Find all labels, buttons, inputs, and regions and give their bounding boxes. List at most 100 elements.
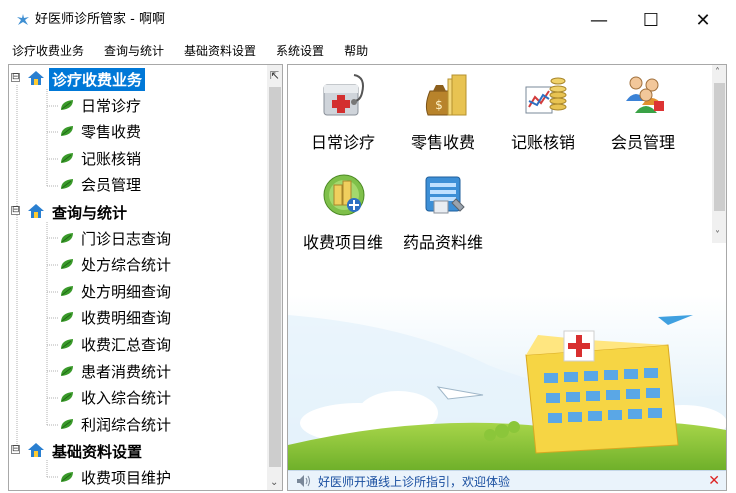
window-title: 好医师诊所管家 - 啊啊 bbox=[35, 12, 165, 27]
leaf-icon bbox=[61, 286, 73, 296]
home-icon bbox=[28, 204, 44, 218]
tree-item[interactable]: 处方明细查询 bbox=[9, 278, 267, 304]
menu-item-billing[interactable]: 诊疗收费业务 bbox=[10, 42, 86, 60]
close-button[interactable]: ✕ bbox=[680, 4, 726, 36]
tree-item-label: 收费明细查询 bbox=[81, 309, 172, 327]
tree-category[interactable]: ⊟ 诊疗收费业务 bbox=[9, 65, 267, 91]
tree-expander-icon[interactable]: ⊟ bbox=[11, 73, 20, 82]
tree-item-label: 收费汇总查询 bbox=[81, 336, 172, 354]
minimize-button[interactable]: — bbox=[576, 4, 622, 36]
scroll-down-icon[interactable]: ⌄ bbox=[270, 477, 278, 488]
members-icon bbox=[626, 76, 664, 113]
tree-item[interactable]: 日常诊疗 bbox=[9, 92, 267, 118]
maximize-icon: ☐ bbox=[642, 9, 660, 31]
medical-kit-icon bbox=[323, 74, 364, 116]
tree-expander-icon[interactable]: ⊟ bbox=[11, 445, 20, 454]
money-bag-icon: $ bbox=[425, 74, 467, 116]
leaf-icon bbox=[61, 100, 73, 110]
tree-item[interactable]: 利润综合统计 bbox=[9, 411, 267, 437]
tree-category[interactable]: ⊟ 查询与统计 bbox=[9, 198, 267, 224]
leaf-icon bbox=[61, 233, 73, 243]
tile-daily-clinic[interactable]: 日常诊疗 bbox=[298, 71, 388, 171]
notice-close-icon[interactable]: ✕ bbox=[708, 473, 720, 489]
drug-database-icon bbox=[425, 176, 465, 214]
tree-item-label: 收入综合统计 bbox=[81, 389, 172, 407]
collapse-tree-icon[interactable]: ⇱ bbox=[270, 69, 279, 82]
tree-item[interactable]: 零售收费 bbox=[9, 118, 267, 144]
menu-item-query-stats[interactable]: 查询与统计 bbox=[102, 42, 166, 60]
panel-scrollbar-thumb[interactable] bbox=[714, 83, 725, 211]
maximize-button[interactable]: ☐ bbox=[628, 4, 674, 36]
hospital-banner-illustration bbox=[288, 295, 726, 470]
minimize-icon: — bbox=[590, 9, 608, 31]
notice-link[interactable]: 好医师开通线上诊所指引，欢迎体验 bbox=[318, 473, 510, 490]
tree-scrollbar-thumb[interactable] bbox=[269, 87, 281, 467]
tree-item-label: 会员管理 bbox=[81, 176, 142, 194]
tree-scrollbar[interactable]: ⇱ ⌄ bbox=[267, 65, 282, 490]
tile-member-management[interactable]: 会员管理 bbox=[598, 71, 688, 171]
tile-label: 零售收费 bbox=[410, 133, 475, 152]
title-bar: 好医师诊所管家 - 啊啊 — ☐ ✕ bbox=[0, 0, 736, 40]
tree-item-label: 患者消费统计 bbox=[81, 363, 172, 381]
tree-item-label: 利润综合统计 bbox=[81, 416, 172, 434]
tree-item-label: 记账核销 bbox=[81, 150, 142, 168]
leaf-icon bbox=[61, 259, 73, 269]
tile-label: 会员管理 bbox=[610, 133, 675, 152]
tree-item[interactable]: 收费明细查询 bbox=[9, 304, 267, 330]
leaf-icon bbox=[61, 366, 73, 376]
close-icon: ✕ bbox=[695, 9, 711, 31]
tree-item[interactable]: 会员管理 bbox=[9, 171, 267, 197]
svg-text:$: $ bbox=[435, 98, 443, 112]
tile-ledger-writeoff[interactable]: 记账核销 bbox=[498, 71, 588, 171]
navigation-tree: ⊟ 诊疗收费业务日常诊疗零售收费记账核销会员管理 ⊟ 查询与统计门诊日志查询 处方综合统… bbox=[8, 64, 283, 491]
ledger-chart-icon bbox=[525, 77, 567, 114]
scroll-up-icon[interactable]: ˄ bbox=[715, 67, 720, 78]
tile-drug-data[interactable]: 药品资料维 bbox=[398, 171, 488, 271]
menu-item-system-settings[interactable]: 系统设置 bbox=[274, 42, 326, 60]
function-panel: 日常诊疗 $ 零售收费 记账核销 会员管理 收费项目维 药品资料维 ˄ ˅ 好医… bbox=[287, 64, 727, 491]
menu-item-base-data[interactable]: 基础资料设置 bbox=[182, 42, 258, 60]
tree-item-label: 日常诊疗 bbox=[81, 97, 142, 115]
tree-item[interactable]: 收入综合统计 bbox=[9, 384, 267, 410]
panel-scrollbar[interactable]: ˄ ˅ bbox=[712, 65, 726, 243]
tile-fee-items[interactable]: 收费项目维 bbox=[298, 171, 388, 271]
home-icon bbox=[28, 443, 44, 457]
tree-item[interactable]: 收费项目维护 bbox=[9, 464, 267, 490]
leaf-icon bbox=[61, 126, 73, 136]
tile-label: 日常诊疗 bbox=[310, 133, 375, 152]
scroll-down-icon[interactable]: ˅ bbox=[715, 230, 720, 241]
leaf-icon bbox=[61, 472, 73, 482]
leaf-icon bbox=[61, 153, 73, 163]
tree-item[interactable]: 门诊日志查询 bbox=[9, 225, 267, 251]
coins-plus-icon bbox=[323, 174, 365, 216]
home-icon bbox=[28, 71, 44, 85]
tile-label: 收费项目维 bbox=[302, 233, 383, 252]
tree-item-label: 零售收费 bbox=[81, 123, 142, 141]
tile-label: 记账核销 bbox=[510, 133, 575, 152]
tree-category[interactable]: ⊟ 基础资料设置 bbox=[9, 437, 267, 463]
tree-category-label: 基础资料设置 bbox=[52, 443, 143, 461]
tree-item-label: 处方明细查询 bbox=[81, 283, 172, 301]
tree-item[interactable]: 处方综合统计 bbox=[9, 251, 267, 277]
menu-item-help[interactable]: 帮助 bbox=[342, 42, 370, 60]
tree-item-label: 门诊日志查询 bbox=[81, 230, 172, 248]
menu-bar: 诊疗收费业务 查询与统计 基础资料设置 系统设置 帮助 bbox=[0, 40, 736, 62]
tree-item-label: 处方综合统计 bbox=[81, 256, 172, 274]
tree-item-label: 收费项目维护 bbox=[81, 469, 172, 487]
leaf-icon bbox=[61, 179, 73, 189]
tile-label: 药品资料维 bbox=[402, 233, 483, 252]
tree-category-label: 诊疗收费业务 bbox=[49, 68, 146, 91]
app-logo-icon bbox=[17, 14, 29, 25]
leaf-icon bbox=[61, 392, 73, 402]
tree-item[interactable]: 记账核销 bbox=[9, 145, 267, 171]
tree-category-label: 查询与统计 bbox=[52, 204, 128, 222]
speaker-icon bbox=[297, 475, 310, 487]
notice-bar: 好医师开通线上诊所指引，欢迎体验 ✕ bbox=[288, 470, 726, 490]
tree-expander-icon[interactable]: ⊟ bbox=[11, 206, 20, 215]
leaf-icon bbox=[61, 419, 73, 429]
tree-item[interactable]: 收费汇总查询 bbox=[9, 331, 267, 357]
tile-retail-billing[interactable]: $ 零售收费 bbox=[398, 71, 488, 171]
leaf-icon bbox=[61, 312, 73, 322]
tree-item[interactable]: 患者消费统计 bbox=[9, 358, 267, 384]
leaf-icon bbox=[61, 339, 73, 349]
